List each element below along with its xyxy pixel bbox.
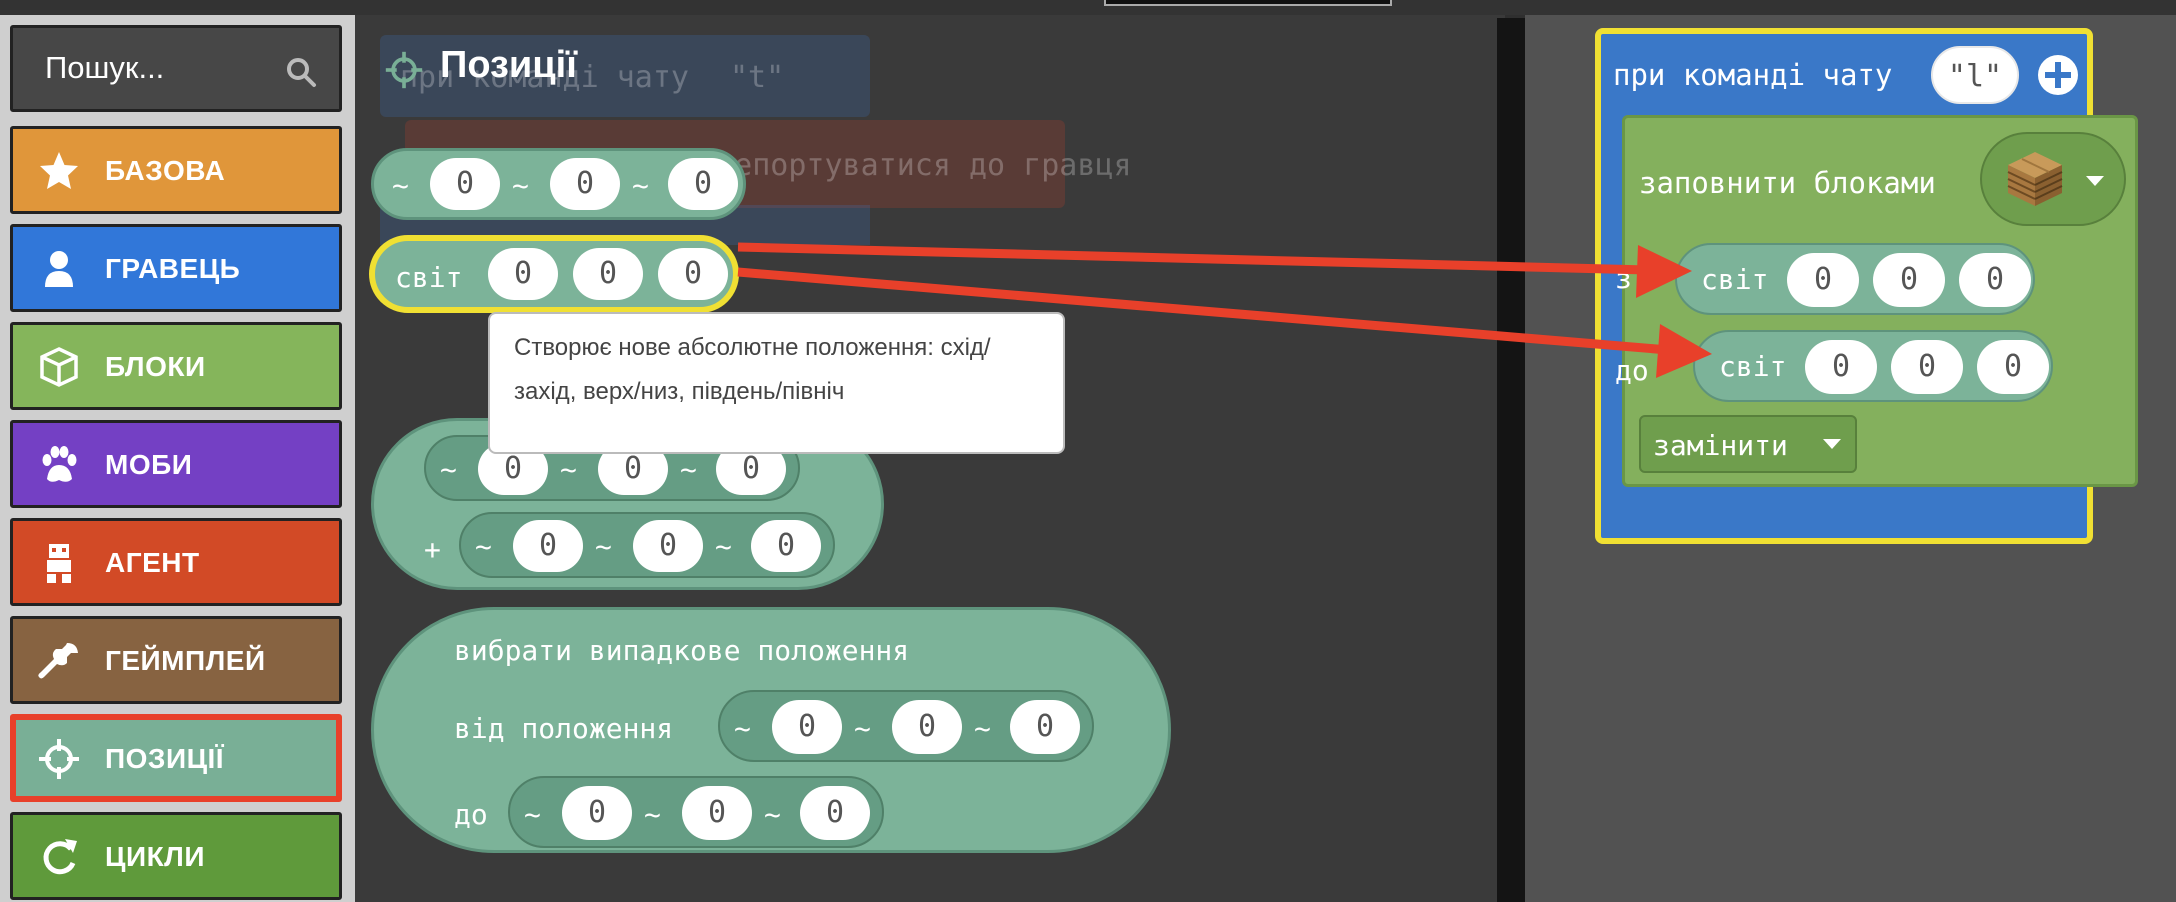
annotation-arrow: [737, 267, 1669, 355]
annotation-arrowhead: [1656, 324, 1712, 378]
annotation-arrowhead: [1636, 245, 1692, 298]
annotation-arrow: [737, 242, 1649, 275]
annotation-arrows: [737, 242, 1712, 378]
